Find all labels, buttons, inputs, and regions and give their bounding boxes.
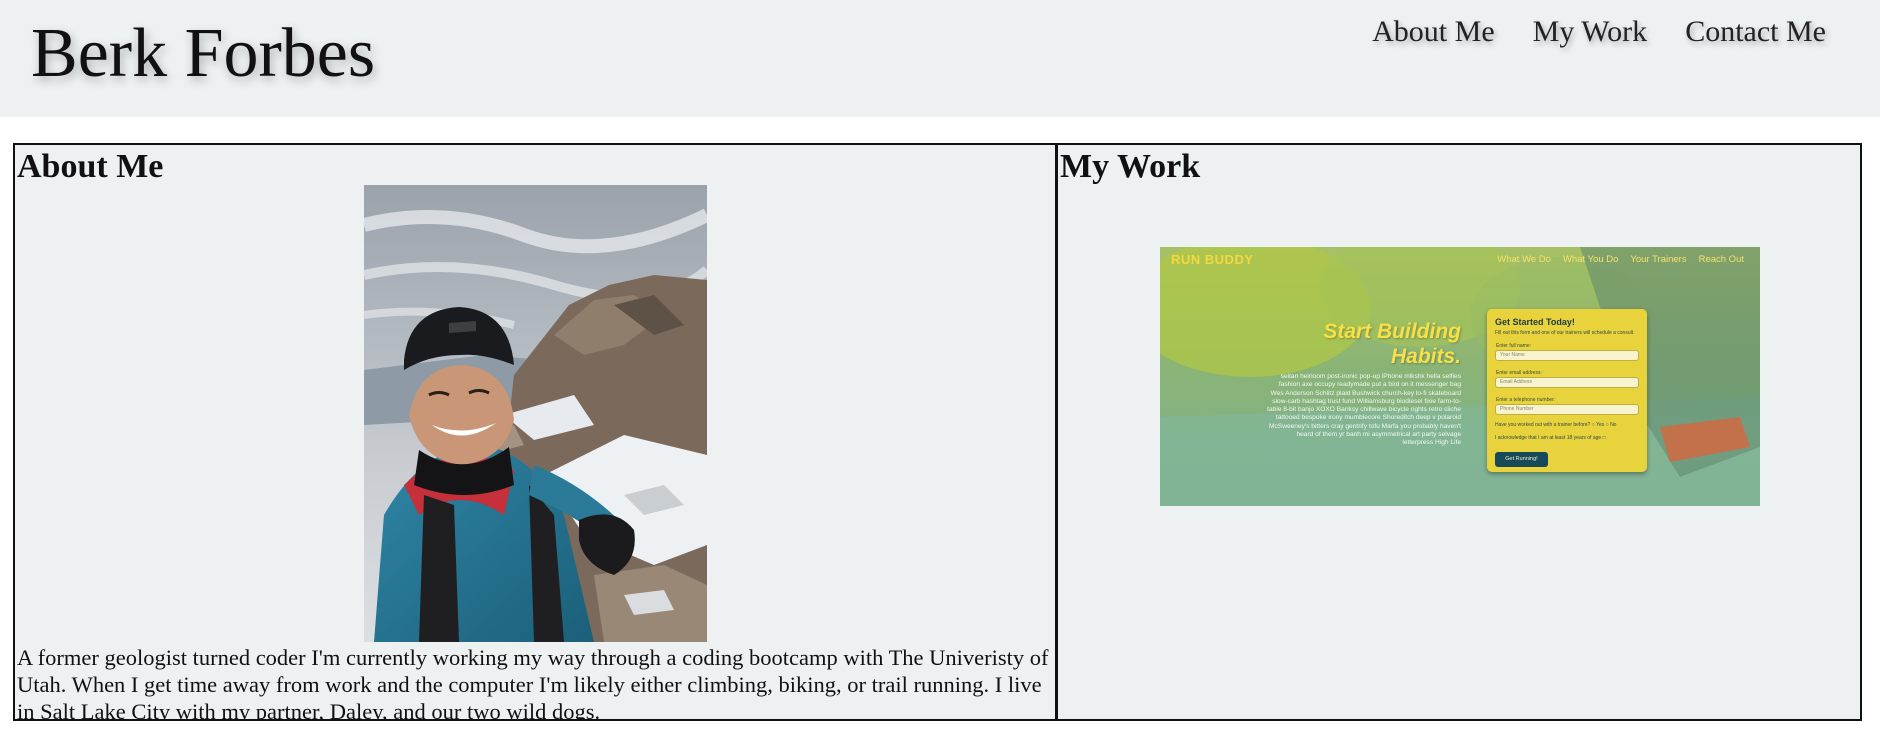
project-trainer-question: Have you worked out with a trainer befor… (1495, 422, 1616, 428)
project-nav-item: Reach Out (1698, 254, 1744, 265)
work-heading: My Work (1060, 148, 1201, 185)
project-name-field: Your Name (1495, 350, 1639, 361)
project-no-label: No (1610, 422, 1617, 428)
project-phone-field: Phone Number (1495, 404, 1639, 415)
project-form-title: Get Started Today! (1495, 317, 1575, 327)
work-section: My Work RUN BUDDY What We Do What You Do (1056, 143, 1862, 721)
radio-icon: ○ (1605, 422, 1609, 428)
project-form-subtitle: Fill out this form and one of our traine… (1495, 330, 1635, 336)
project-hero-line: Start Building (1323, 320, 1461, 343)
checkbox-icon: □ (1602, 435, 1606, 441)
main-nav: About Me My Work Contact Me (1372, 14, 1826, 50)
project-signup-form: Get Started Today! Fill out this form an… (1487, 309, 1647, 472)
about-section: About Me A former geologist turned coder… (13, 143, 1057, 721)
project-name-label: Enter full name: (1496, 343, 1532, 349)
project-hero-line: Habits. (1390, 345, 1461, 368)
nav-link-about-me[interactable]: About Me (1372, 14, 1495, 50)
project-brand: RUN BUDDY (1171, 252, 1254, 267)
project-age-acknowledgement: I acknowledge that I am at least 18 year… (1495, 435, 1606, 441)
project-email-label: Enter email address: (1496, 370, 1542, 376)
site-header: Berk Forbes About Me My Work Contact Me (0, 0, 1880, 117)
project-trainer-question-text: Have you worked out with a trainer befor… (1495, 422, 1591, 428)
profile-photo (364, 185, 707, 642)
project-yes-label: Yes (1596, 422, 1605, 428)
project-age-text: I acknowledge that I am at least 18 year… (1495, 435, 1602, 441)
project-email-field: Email Address (1495, 377, 1639, 388)
project-get-running-button: Get Running! (1495, 452, 1548, 467)
project-nav-item: What You Do (1562, 254, 1619, 265)
nav-link-my-work[interactable]: My Work (1533, 14, 1648, 50)
about-heading: About Me (17, 148, 164, 185)
radio-icon: ○ (1591, 422, 1595, 428)
project-hero-title: Start Building Habits. (1313, 319, 1461, 369)
project-nav: What We Do What You Do Your Trainers Rea… (1497, 254, 1744, 265)
nav-link-contact-me[interactable]: Contact Me (1685, 14, 1826, 50)
project-phone-label: Enter a telephone number: (1496, 397, 1556, 403)
run-buddy-project-thumbnail[interactable]: RUN BUDDY What We Do What You Do Your Tr… (1160, 247, 1760, 506)
about-bio: A former geologist turned coder I'm curr… (17, 645, 1049, 721)
project-nav-item: Your Trainers (1630, 254, 1687, 265)
project-nav-item: What We Do (1497, 254, 1551, 265)
site-title: Berk Forbes (31, 15, 376, 92)
project-body-text: seitan heirloom post-ironic pop-up iPhon… (1267, 373, 1461, 447)
